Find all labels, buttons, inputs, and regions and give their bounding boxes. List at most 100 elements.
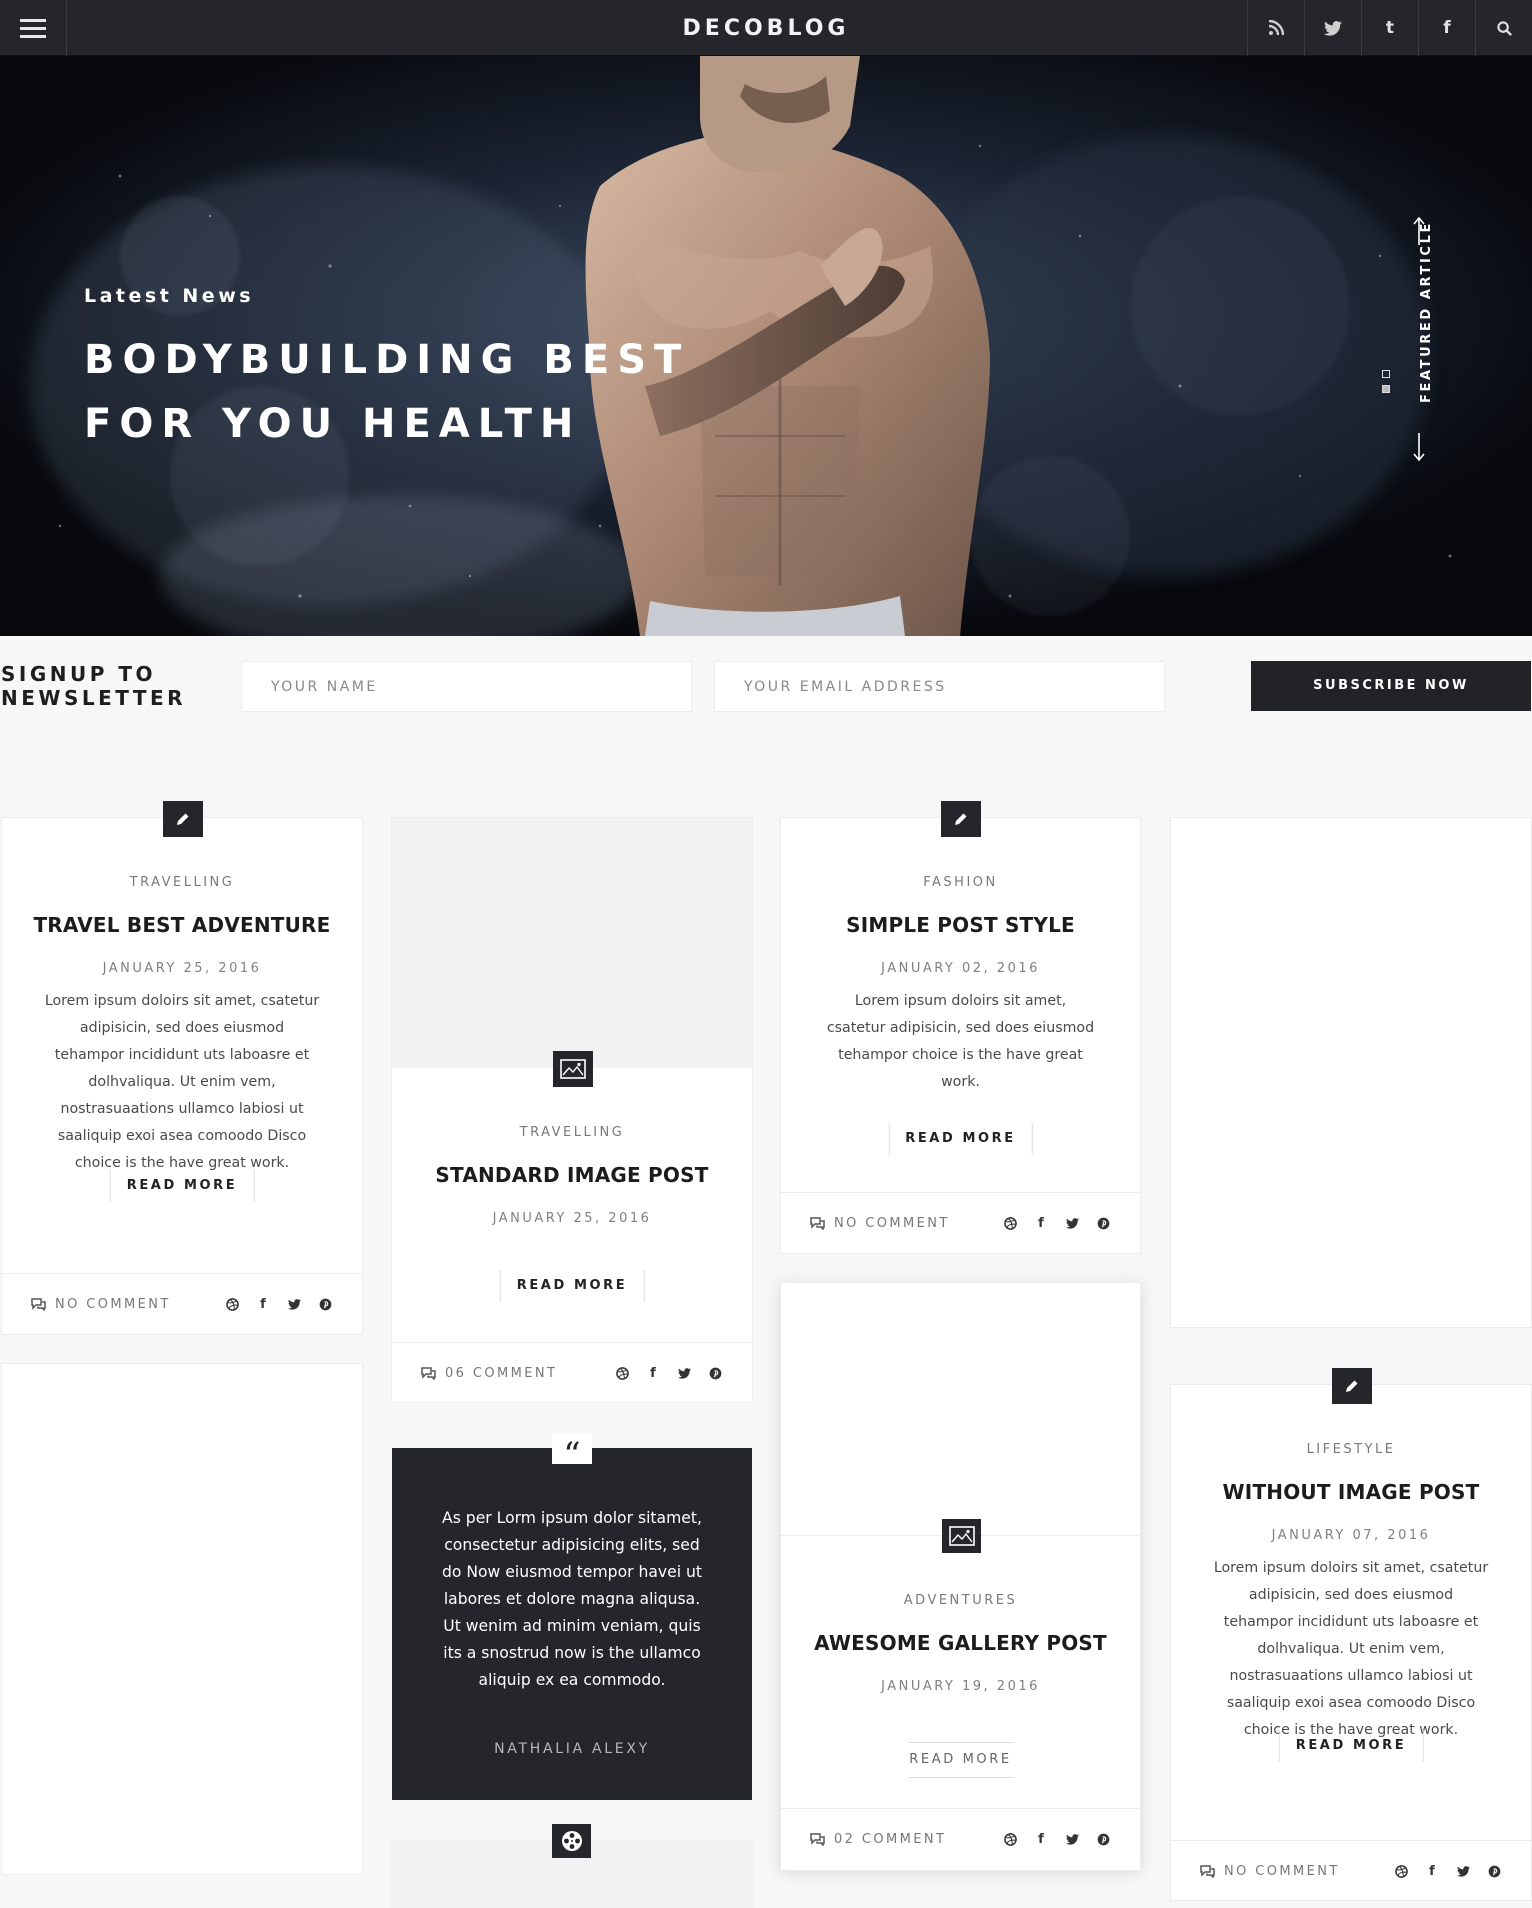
- rss-icon: [1268, 20, 1284, 36]
- read-more-button[interactable]: READ MORE: [1278, 1730, 1424, 1762]
- search-button[interactable]: [1475, 0, 1532, 56]
- featured-hero-slider[interactable]: Latest News BODYBUILDING BEST FOR YOU HE…: [0, 56, 1532, 636]
- pinterest-icon[interactable]: [1094, 1214, 1112, 1232]
- hamburger-menu-icon: [20, 26, 46, 30]
- post-title[interactable]: SIMPLE POST STYLE: [781, 913, 1140, 937]
- comment-icon: [31, 1298, 46, 1311]
- newsletter-title-line-2: NEWSLETTER: [1, 686, 187, 710]
- tumblr-button[interactable]: t: [1361, 0, 1418, 56]
- comment-icon: [1200, 1865, 1215, 1878]
- post-format-badge: [941, 801, 981, 837]
- post-footer: NO COMMENT f: [2, 1273, 362, 1334]
- comment-icon: [421, 1367, 436, 1380]
- comment-link[interactable]: 02 COMMENT: [809, 1809, 946, 1869]
- hero-title[interactable]: BODYBUILDING BEST FOR YOU HEALTH: [84, 328, 724, 456]
- post-format-badge: [1332, 1368, 1372, 1404]
- read-more-button[interactable]: READ MORE: [109, 1170, 255, 1202]
- film-reel-icon: [561, 1831, 582, 1851]
- dribbble-icon[interactable]: [613, 1364, 631, 1382]
- dribbble-icon[interactable]: [1001, 1214, 1019, 1232]
- post-featured-image[interactable]: [392, 818, 752, 1068]
- post-format-badge: [553, 1051, 593, 1087]
- newsletter-signup: SIGNUP TO NEWSLETTER YOUR NAME YOUR EMAI…: [0, 636, 1532, 736]
- tumblr-icon: t: [1385, 18, 1395, 38]
- hero-title-line-1: BODYBUILDING BEST: [84, 337, 690, 383]
- pinterest-icon[interactable]: [1485, 1862, 1503, 1880]
- featured-article-label: FEATURED ARTICLE: [1419, 221, 1434, 403]
- facebook-icon[interactable]: f: [1032, 1214, 1050, 1232]
- dribbble-icon[interactable]: [223, 1295, 241, 1313]
- post-footer: NO COMMENT f: [781, 1192, 1140, 1253]
- twitter-icon[interactable]: [675, 1364, 693, 1382]
- read-more-button[interactable]: READ MORE: [888, 1123, 1033, 1155]
- twitter-icon[interactable]: [1063, 1214, 1081, 1232]
- post-category[interactable]: ADVENTURES: [781, 1593, 1140, 1608]
- arrow-down-icon[interactable]: [1413, 433, 1425, 462]
- newsletter-title-line-1: SIGNUP TO: [1, 662, 157, 686]
- twitter-icon[interactable]: [1063, 1830, 1081, 1848]
- facebook-icon[interactable]: f: [254, 1295, 272, 1313]
- slide-dot-2[interactable]: [1382, 385, 1390, 393]
- comment-link[interactable]: NO COMMENT: [1199, 1841, 1340, 1901]
- share-icons: f: [223, 1274, 334, 1334]
- pinterest-icon[interactable]: [706, 1364, 724, 1382]
- rss-button[interactable]: [1247, 0, 1304, 56]
- header-social-links: t f: [1247, 0, 1532, 56]
- post-category[interactable]: TRAVELLING: [392, 1125, 752, 1140]
- read-more-button[interactable]: READ MORE: [499, 1270, 645, 1302]
- name-input[interactable]: YOUR NAME: [241, 661, 692, 712]
- search-icon: [1496, 20, 1512, 36]
- twitter-button[interactable]: [1304, 0, 1361, 56]
- post-excerpt: Lorem ipsum doloirs sit amet, csatetur a…: [1213, 1560, 1489, 1738]
- facebook-icon[interactable]: f: [644, 1364, 662, 1382]
- slide-dot-1[interactable]: [1382, 370, 1390, 378]
- post-footer: NO COMMENT f: [1171, 1840, 1531, 1900]
- twitter-icon[interactable]: [1454, 1862, 1472, 1880]
- comment-link[interactable]: NO COMMENT: [30, 1274, 171, 1334]
- post-date: JANUARY 02, 2016: [881, 961, 1040, 976]
- comment-count: NO COMMENT: [55, 1296, 171, 1312]
- post-title[interactable]: TRAVEL BEST ADVENTURE: [2, 913, 362, 937]
- post-card-gallery: ADVENTURES AWESOME GALLERY POST JANUARY …: [780, 1282, 1141, 1871]
- subscribe-button[interactable]: SUBSCRIBE NOW: [1251, 661, 1531, 711]
- pencil-icon: [955, 813, 967, 825]
- hamburger-menu-button[interactable]: [0, 0, 67, 56]
- post-card-quote: “ As per Lorm ipsum dolor sitamet, conse…: [392, 1434, 752, 1800]
- post-category[interactable]: FASHION: [781, 875, 1140, 890]
- post-title[interactable]: STANDARD IMAGE POST: [392, 1163, 752, 1187]
- quote-icon: “: [552, 1434, 592, 1472]
- facebook-icon: f: [1443, 18, 1451, 38]
- comment-count: 06 COMMENT: [445, 1365, 558, 1381]
- post-card-video: [391, 1824, 753, 1908]
- quote-text: As per Lorm ipsum dolor sitamet, consect…: [441, 1509, 703, 1689]
- twitter-icon: [1324, 20, 1342, 36]
- post-gallery-image[interactable]: [781, 1283, 1140, 1536]
- email-input[interactable]: YOUR EMAIL ADDRESS: [714, 661, 1165, 712]
- dribbble-icon[interactable]: [1001, 1830, 1019, 1848]
- facebook-icon[interactable]: f: [1032, 1830, 1050, 1848]
- post-format-badge: [163, 801, 203, 837]
- post-category[interactable]: LIFESTYLE: [1171, 1442, 1531, 1457]
- post-card-standard-image: TRAVELLING STANDARD IMAGE POST JANUARY 2…: [391, 817, 753, 1403]
- pinterest-icon[interactable]: [1094, 1830, 1112, 1848]
- post-category[interactable]: TRAVELLING: [2, 875, 362, 890]
- post-title[interactable]: WITHOUT IMAGE POST: [1171, 1480, 1531, 1504]
- read-more-button[interactable]: READ MORE: [907, 1742, 1014, 1778]
- share-icons: f: [1001, 1193, 1112, 1253]
- comment-link[interactable]: 06 COMMENT: [420, 1343, 557, 1403]
- post-date: JANUARY 25, 2016: [492, 1211, 652, 1226]
- newsletter-title: SIGNUP TO NEWSLETTER: [1, 662, 201, 710]
- dribbble-icon[interactable]: [1392, 1862, 1410, 1880]
- post-date: JANUARY 25, 2016: [102, 961, 262, 976]
- post-title[interactable]: AWESOME GALLERY POST: [781, 1631, 1140, 1655]
- pinterest-icon[interactable]: [316, 1295, 334, 1313]
- post-footer: 06 COMMENT f: [392, 1342, 752, 1402]
- twitter-icon[interactable]: [285, 1295, 303, 1313]
- facebook-button[interactable]: f: [1418, 0, 1475, 56]
- comment-count: NO COMMENT: [834, 1215, 950, 1231]
- post-excerpt: Lorem ipsum doloirs sit amet, csatetur a…: [44, 993, 320, 1171]
- facebook-icon[interactable]: f: [1423, 1862, 1441, 1880]
- comment-count: 02 COMMENT: [834, 1831, 947, 1847]
- post-format-badge: [942, 1519, 981, 1553]
- comment-link[interactable]: NO COMMENT: [809, 1193, 950, 1253]
